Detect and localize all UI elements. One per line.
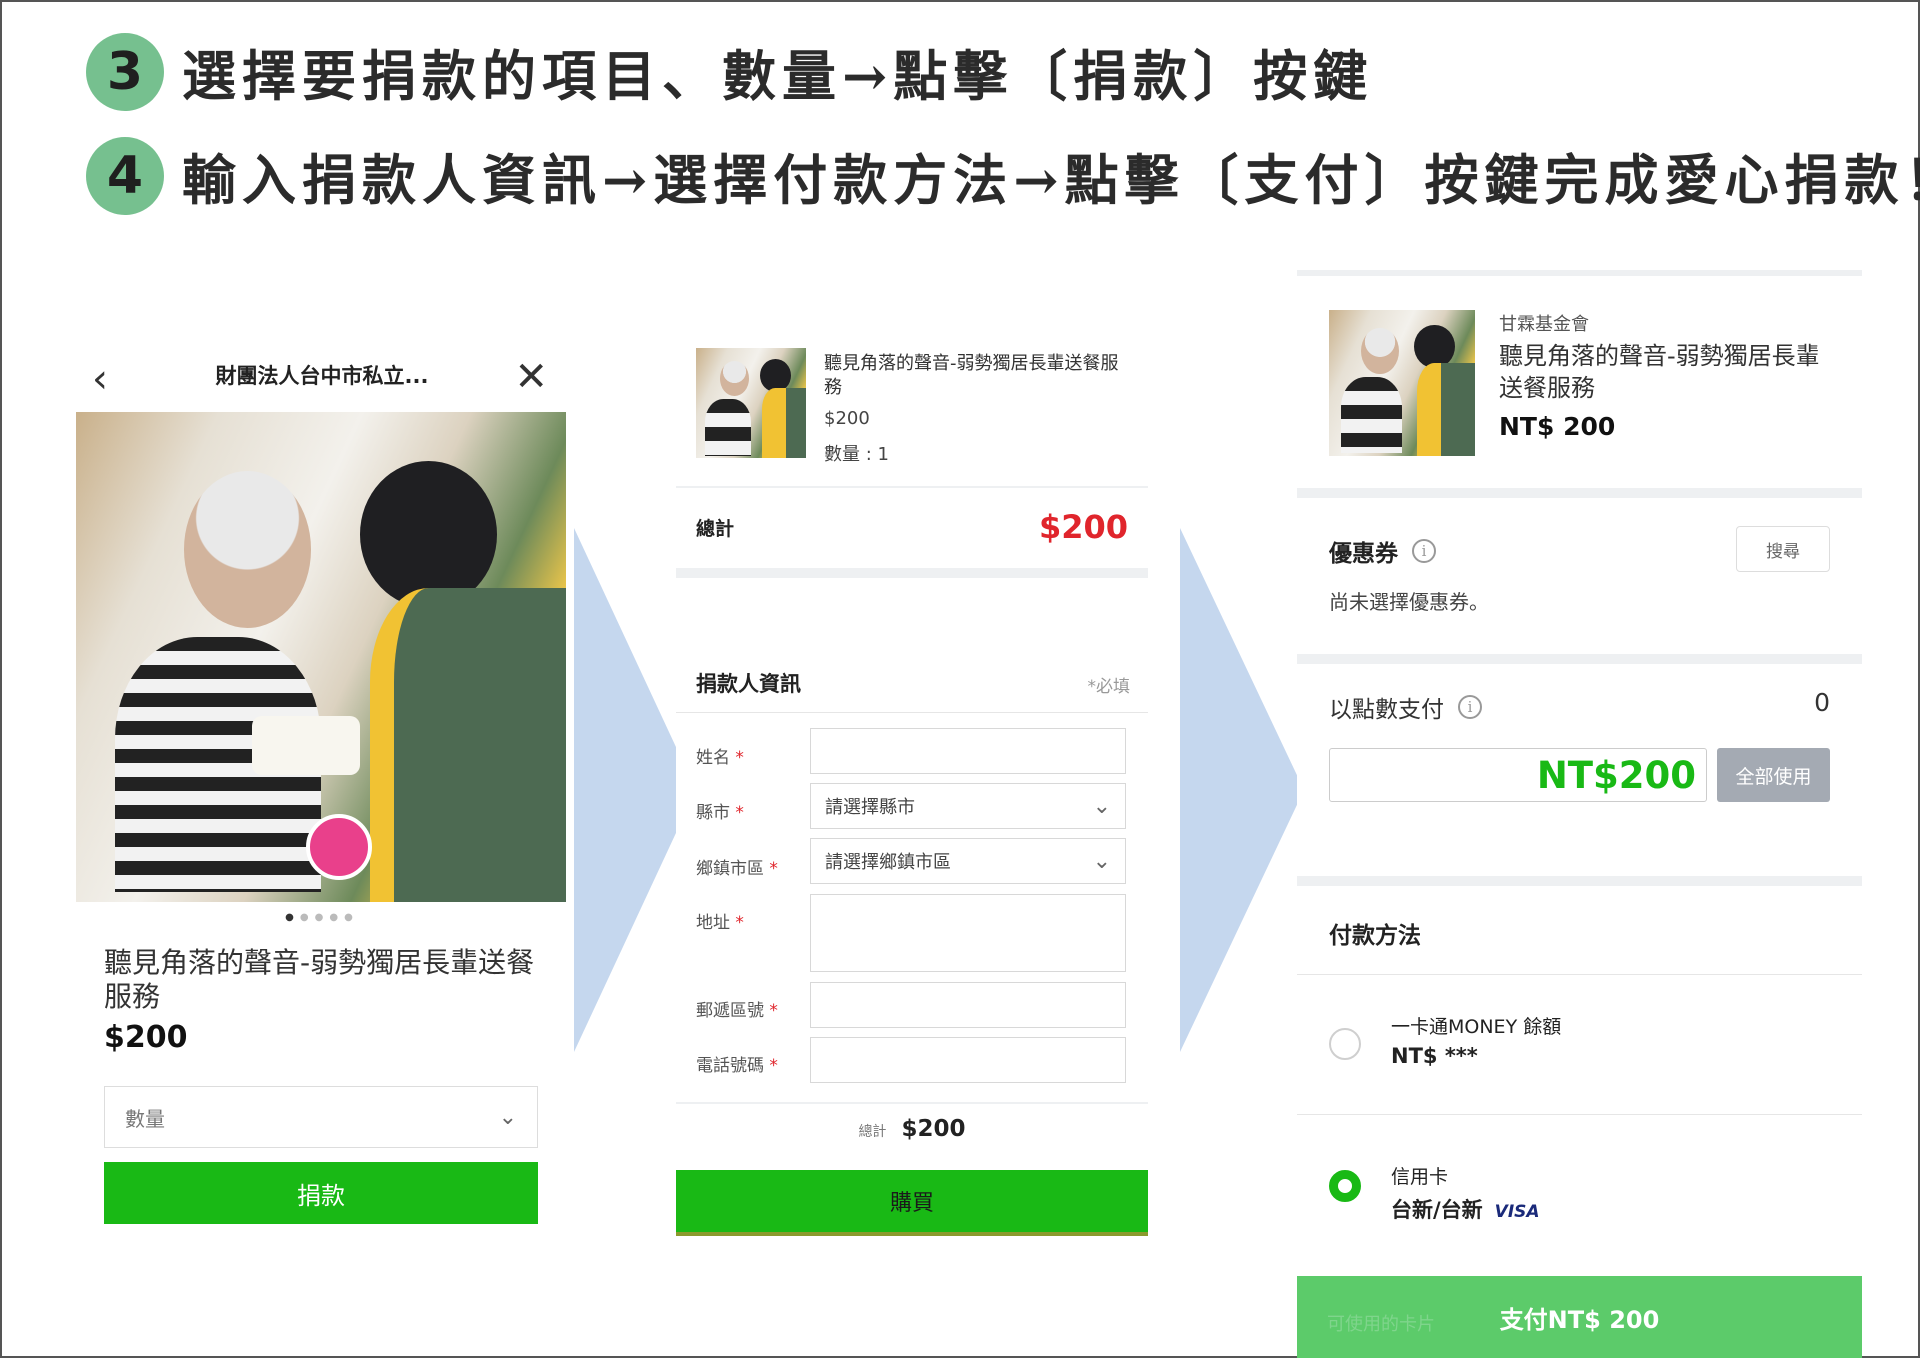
section-title: 捐款人資訊	[696, 672, 801, 696]
option-ipass-money-balance: NT$ ***	[1391, 1044, 1478, 1068]
step-3-text: 選擇要捐款的項目、數量→點擊〔捐款〕按鍵	[182, 44, 1374, 108]
radio-credit-card[interactable]	[1329, 1170, 1361, 1202]
chevron-down-icon: ⌄	[498, 1104, 517, 1130]
bottom-total: 總計 $200	[676, 1116, 1148, 1142]
pay-button-label: 支付NT$ 200	[1499, 1305, 1660, 1334]
item-price: $200	[824, 408, 870, 429]
district-select[interactable]: 請選擇鄉鎮市區 ⌄	[810, 838, 1126, 884]
city-select[interactable]: 請選擇縣市 ⌄	[810, 783, 1126, 829]
pay-ghost-text: 可使用的卡片	[1327, 1314, 1435, 1335]
district-placeholder: 請選擇鄉鎮市區	[825, 852, 951, 873]
quantity-placeholder: 數量	[125, 1106, 165, 1131]
donor-info-screen: 聽見角落的聲音-弱勢獨居長輩送餐服務 $200 數量 : 1 總計 $200 捐…	[676, 340, 1148, 1240]
donate-button[interactable]: 捐款	[104, 1162, 538, 1224]
option-credit-card-detail: 台新/台新 VISA	[1391, 1198, 1540, 1222]
divider	[1297, 974, 1862, 975]
radio-ipass-money[interactable]	[1329, 1028, 1361, 1060]
bottom-total-value: $200	[901, 1116, 966, 1142]
coupon-section-title: 優惠券 i	[1329, 534, 1436, 568]
points-amount-input[interactable]: NT$200	[1329, 748, 1707, 802]
item-price: NT$ 200	[1499, 412, 1616, 441]
item-quantity: 數量 : 1	[824, 444, 889, 465]
payment-method-title: 付款方法	[1329, 923, 1421, 949]
step-4-text: 輸入捐款人資訊→選擇付款方法→點擊〔支付〕按鍵完成愛心捐款！	[182, 148, 1920, 212]
points-section-title: 以點數支付 i	[1329, 690, 1482, 724]
top-bar: ‹ 財團法人台中市私立... ✕	[76, 340, 568, 410]
divider	[1297, 654, 1862, 664]
item-detail-screen: ‹ 財團法人台中市私立... ✕ ●●●●● 聽見角落的聲音-弱勢獨居長輩送餐服…	[76, 340, 568, 1240]
address-textarea[interactable]	[810, 894, 1126, 972]
item-name: 聽見角落的聲音-弱勢獨居長輩送餐服務	[104, 946, 535, 1013]
bottom-total-label: 總計	[858, 1124, 887, 1140]
total-value: $200	[1038, 508, 1128, 546]
phone-label: 電話號碼 *	[696, 1056, 778, 1076]
zip-label: 郵遞區號 *	[696, 1001, 778, 1021]
option-ipass-money-name[interactable]: 一卡通MONEY 餘額	[1391, 1012, 1561, 1039]
chevron-down-icon: ⌄	[1092, 793, 1111, 819]
step-3-instruction: 3 選擇要捐款的項目、數量→點擊〔捐款〕按鍵	[86, 32, 1373, 111]
divider	[676, 1102, 1148, 1104]
city-placeholder: 請選擇縣市	[825, 797, 915, 818]
page-title: 財團法人台中市私立...	[215, 364, 429, 388]
total-row: 總計 $200	[676, 490, 1148, 564]
option-credit-card-name[interactable]: 信用卡	[1391, 1162, 1448, 1189]
close-icon[interactable]: ✕	[514, 354, 548, 400]
item-thumbnail	[1329, 310, 1475, 456]
item-thumbnail	[696, 348, 806, 458]
zip-input[interactable]	[810, 982, 1126, 1028]
name-input[interactable]	[810, 728, 1126, 774]
divider	[676, 712, 1148, 713]
coupon-status-text: 尚未選擇優惠券。	[1329, 590, 1489, 614]
step-3-badge: 3	[86, 32, 164, 111]
phone-input[interactable]	[810, 1037, 1126, 1083]
visa-logo: VISA	[1494, 1202, 1540, 1222]
arrow-right-2	[1180, 528, 1304, 1052]
divider	[676, 568, 1148, 578]
district-label: 鄉鎮市區 *	[696, 859, 778, 879]
foundation-logo	[306, 813, 373, 880]
use-all-points-button[interactable]: 全部使用	[1717, 748, 1830, 802]
chevron-down-icon: ⌄	[1092, 848, 1111, 874]
item-name: 聽見角落的聲音-弱勢獨居長輩送餐服務	[824, 353, 1119, 398]
step-4-instruction: 4 輸入捐款人資訊→選擇付款方法→點擊〔支付〕按鍵完成愛心捐款！	[86, 136, 1920, 215]
coupon-search-button[interactable]: 搜尋	[1736, 526, 1830, 572]
step-4-badge: 4	[86, 136, 164, 215]
divider	[1297, 1114, 1862, 1115]
payment-screen: 甘霖基金會 聽見角落的聲音-弱勢獨居長輩送餐服務 NT$ 200 優惠券 i 搜…	[1297, 270, 1862, 1358]
address-label: 地址 *	[696, 913, 744, 933]
item-photo[interactable]	[76, 412, 566, 902]
city-label: 縣市 *	[696, 803, 744, 823]
required-note: *必填	[1087, 677, 1131, 697]
info-icon[interactable]: i	[1458, 695, 1482, 719]
divider	[1297, 488, 1862, 498]
divider	[1297, 270, 1862, 276]
quantity-select[interactable]: 數量 ⌄	[104, 1086, 538, 1148]
name-label: 姓名 *	[696, 748, 744, 768]
divider	[676, 486, 1148, 488]
total-label: 總計	[696, 517, 735, 540]
info-icon[interactable]: i	[1412, 539, 1436, 563]
item-name: 聽見角落的聲音-弱勢獨居長輩送餐服務	[1499, 342, 1820, 402]
back-icon[interactable]: ‹	[92, 356, 108, 402]
carousel-dots[interactable]: ●●●●●	[76, 912, 568, 923]
divider	[1297, 876, 1862, 886]
organization-name: 甘霖基金會	[1499, 314, 1589, 335]
buy-button[interactable]: 購買	[676, 1170, 1148, 1236]
item-price: $200	[104, 1020, 188, 1055]
points-balance: 0	[1814, 688, 1830, 717]
